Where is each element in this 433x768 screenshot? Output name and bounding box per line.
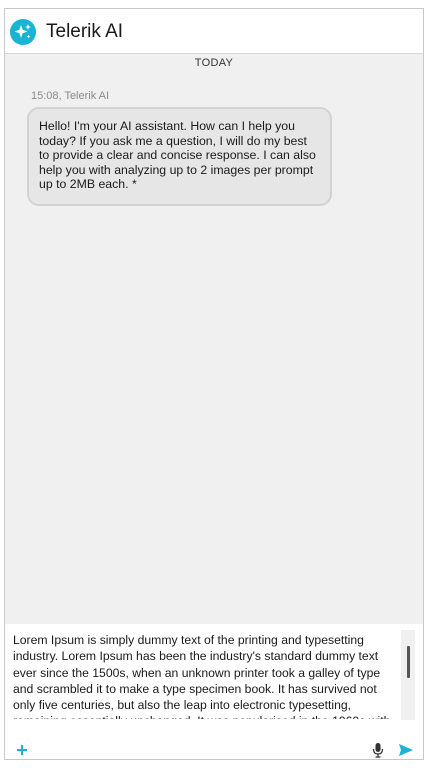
- message-composer: Lorem Ipsum is simply dummy text of the …: [5, 624, 423, 759]
- day-separator: TODAY: [194, 57, 234, 69]
- chat-title: Telerik AI: [46, 21, 124, 42]
- plus-icon[interactable]: [15, 743, 29, 757]
- message-input[interactable]: Lorem Ipsum is simply dummy text of the …: [13, 632, 401, 719]
- input-scrollbar[interactable]: [401, 630, 415, 720]
- sparkle-icon: [10, 19, 36, 45]
- message-meta: 15:08, Telerik AI: [31, 90, 110, 102]
- send-icon[interactable]: [398, 743, 414, 757]
- chat-header: Telerik AI: [5, 9, 423, 54]
- microphone-icon[interactable]: [372, 742, 384, 758]
- scrollbar-thumb[interactable]: [407, 646, 410, 678]
- chat-window: Telerik AI TODAY 15:08, Telerik AI Hello…: [4, 8, 424, 760]
- message-bubble: Hello! I'm your AI assistant. How can I …: [27, 107, 332, 206]
